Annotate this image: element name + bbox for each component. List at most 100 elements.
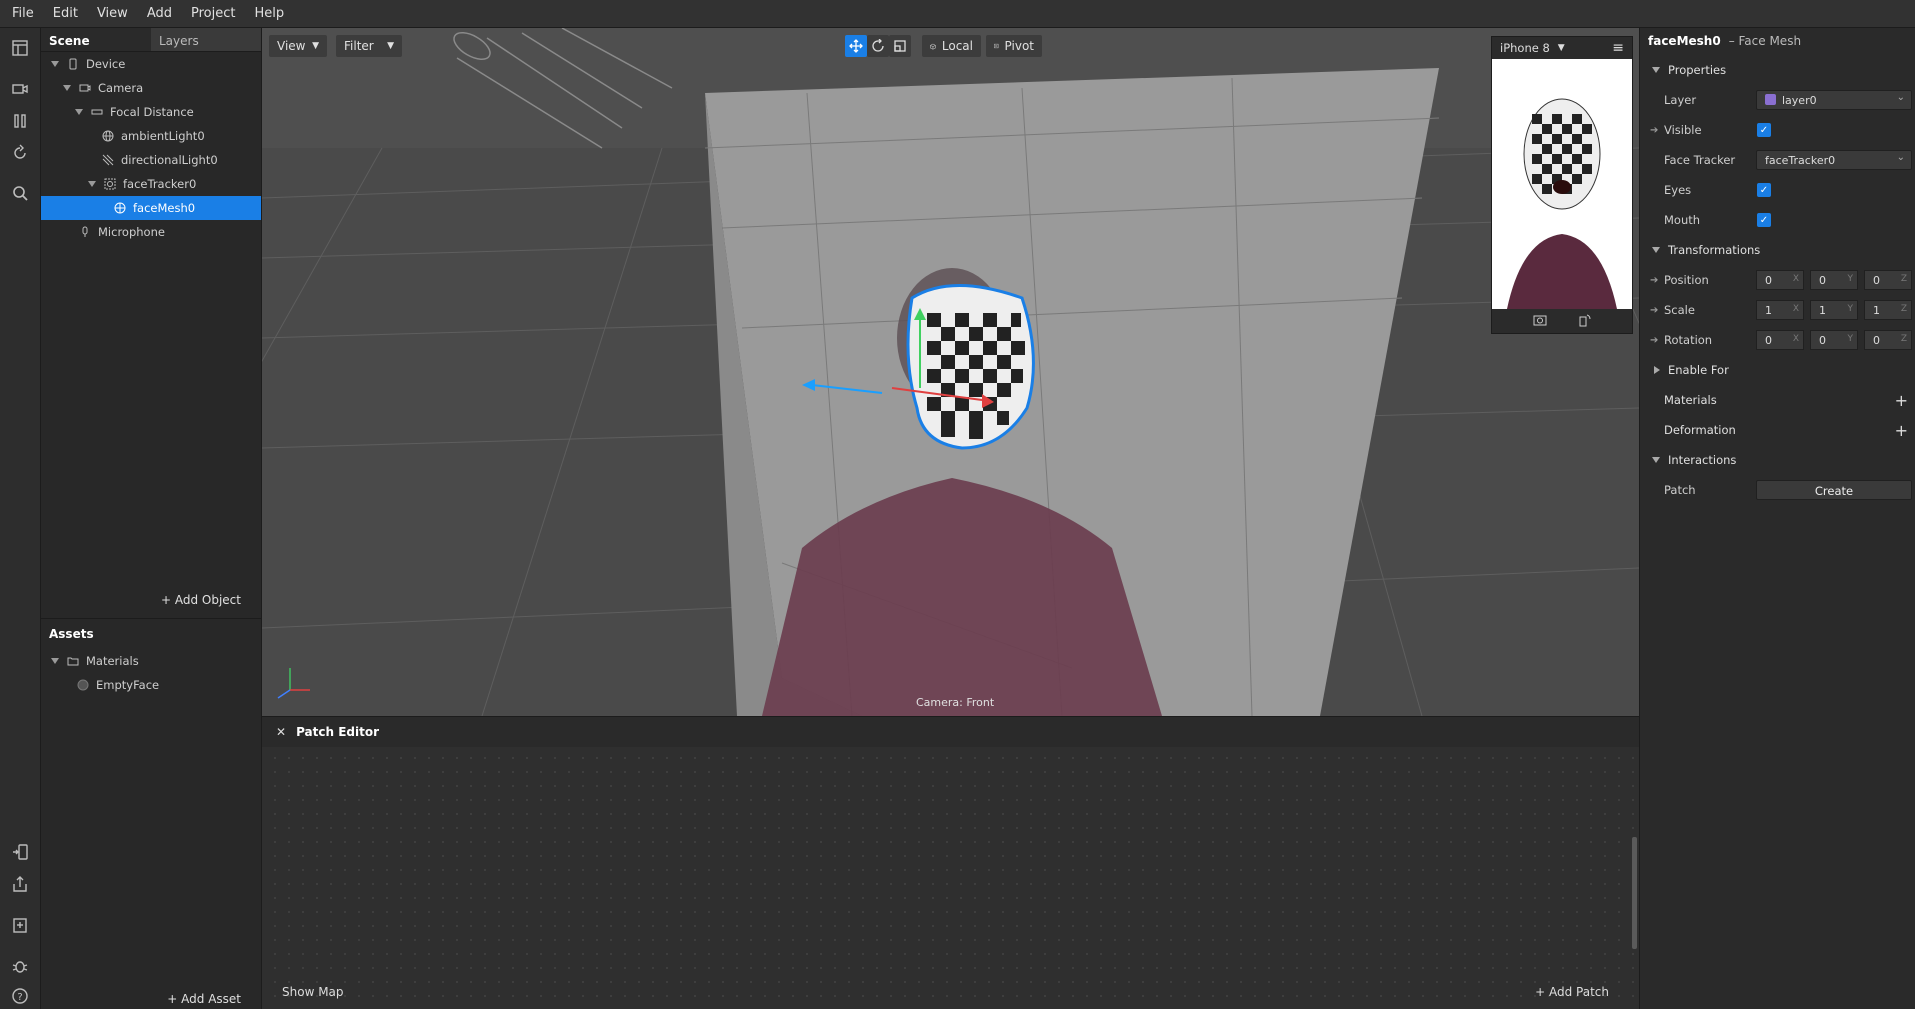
expand-arrow-icon[interactable]: [88, 181, 96, 187]
tree-item-ambientlight[interactable]: ambientLight0: [41, 124, 261, 148]
rotate-device-icon[interactable]: [1577, 313, 1591, 330]
plus-icon: +: [160, 593, 175, 607]
add-patch-button[interactable]: + Add Patch: [1535, 985, 1609, 999]
menu-file[interactable]: File: [12, 6, 34, 21]
expand-arrow-icon[interactable]: [63, 85, 71, 91]
keyframe-icon[interactable]: ➔: [1650, 335, 1658, 346]
vertical-scrollbar[interactable]: [1632, 837, 1637, 949]
device-preview-icon[interactable]: [10, 842, 30, 862]
rotation-z-value: 0: [1873, 334, 1880, 347]
visible-checkbox[interactable]: ✓: [1757, 123, 1771, 137]
screenshot-icon[interactable]: [1533, 314, 1547, 329]
rotation-x-input[interactable]: 0X: [1756, 330, 1804, 350]
eyes-checkbox[interactable]: ✓: [1757, 183, 1771, 197]
keyframe-icon[interactable]: ➔: [1650, 125, 1658, 136]
add-asset-button[interactable]: + Add Asset: [167, 992, 241, 1006]
transformations-section[interactable]: Transformations: [1640, 235, 1915, 265]
tree-item-label: ambientLight0: [121, 129, 205, 143]
viewport[interactable]: View ▼ Filter ▼ Local Pivot iPhone 8 ▼ ≡: [262, 28, 1639, 716]
object-type: – Face Mesh: [1728, 34, 1802, 48]
device-selector[interactable]: iPhone 8 ▼ ≡: [1492, 37, 1632, 59]
tab-scene[interactable]: Scene: [41, 28, 151, 51]
video-icon[interactable]: [10, 79, 30, 99]
interactions-section[interactable]: Interactions: [1640, 445, 1915, 475]
layer-dropdown[interactable]: layer0 ⌄: [1756, 90, 1912, 110]
filter-dropdown[interactable]: Filter ▼: [336, 35, 402, 57]
properties-section[interactable]: Properties: [1640, 55, 1915, 85]
asset-item-emptyface[interactable]: EmptyFace: [41, 673, 261, 697]
directional-light-icon: [102, 154, 114, 166]
rotation-z-input[interactable]: 0Z: [1864, 330, 1912, 350]
pause-icon[interactable]: [10, 111, 30, 131]
layout-icon[interactable]: [10, 38, 30, 58]
layer-value: layer0: [1782, 94, 1817, 107]
scale-tool-button[interactable]: [889, 35, 911, 57]
axis-label: X: [1792, 304, 1799, 314]
view-dropdown[interactable]: View ▼: [269, 35, 327, 57]
help-icon[interactable]: ?: [10, 986, 30, 1006]
asset-folder-label: Materials: [86, 654, 139, 668]
hamburger-menu-icon[interactable]: ≡: [1612, 40, 1624, 56]
tree-item-label: faceTracker0: [123, 177, 197, 191]
show-map-button[interactable]: Show Map: [282, 985, 344, 999]
add-deformation-icon[interactable]: +: [1895, 421, 1908, 440]
tree-item-focal-distance[interactable]: Focal Distance: [41, 100, 261, 124]
move-tool-button[interactable]: [845, 35, 867, 57]
rotate-tool-button[interactable]: [867, 35, 889, 57]
add-asset-label: Add Asset: [181, 992, 241, 1006]
import-icon[interactable]: [10, 915, 30, 935]
enable-for-section[interactable]: Enable For: [1640, 355, 1915, 385]
scale-x-value: 1: [1765, 304, 1772, 317]
menu-help[interactable]: Help: [254, 6, 284, 21]
keyframe-icon[interactable]: ➔: [1650, 275, 1658, 286]
menu-project[interactable]: Project: [191, 6, 235, 21]
materials-row: Materials +: [1640, 385, 1915, 415]
axis-label: Y: [1847, 274, 1854, 284]
bug-icon[interactable]: [10, 956, 30, 976]
local-toggle-button[interactable]: Local: [922, 35, 981, 57]
chevron-down-icon: ⌄: [1896, 152, 1905, 163]
add-patch-label: Add Patch: [1548, 985, 1609, 999]
create-patch-button[interactable]: Create: [1756, 480, 1912, 500]
axis-label: Z: [1900, 334, 1907, 344]
add-object-label: Add Object: [174, 593, 241, 607]
menu-add[interactable]: Add: [147, 6, 172, 21]
scale-y-input[interactable]: 1Y: [1810, 300, 1858, 320]
tree-item-microphone[interactable]: Microphone: [41, 220, 261, 244]
scale-z-input[interactable]: 1Z: [1864, 300, 1912, 320]
mouth-checkbox[interactable]: ✓: [1757, 213, 1771, 227]
tab-layers[interactable]: Layers: [151, 28, 261, 51]
expand-arrow-icon[interactable]: [51, 61, 59, 67]
tree-item-directionallight[interactable]: directionalLight0: [41, 148, 261, 172]
tree-item-facemesh[interactable]: faceMesh0: [41, 196, 261, 220]
menu-edit[interactable]: Edit: [53, 6, 78, 21]
position-y-input[interactable]: 0Y: [1810, 270, 1858, 290]
close-icon[interactable]: ✕: [276, 725, 286, 739]
face-tracker-dropdown[interactable]: faceTracker0 ⌄: [1756, 150, 1912, 170]
folder-icon: [67, 655, 79, 667]
rotation-y-value: 0: [1819, 334, 1826, 347]
asset-folder-materials[interactable]: Materials: [41, 649, 261, 673]
tree-item-facetracker[interactable]: faceTracker0: [41, 172, 261, 196]
add-material-icon[interactable]: +: [1895, 391, 1908, 410]
device-preview: iPhone 8 ▼ ≡: [1491, 36, 1633, 334]
add-object-button[interactable]: + Add Object: [161, 593, 241, 607]
pivot-toggle-button[interactable]: Pivot: [986, 35, 1042, 57]
tree-item-camera[interactable]: Camera: [41, 76, 261, 100]
local-label: Local: [941, 39, 973, 53]
refresh-icon[interactable]: [10, 143, 30, 163]
menu-view[interactable]: View: [97, 6, 128, 21]
patch-editor-title: Patch Editor: [296, 725, 380, 739]
patch-editor[interactable]: ✕ Patch Editor Show Map + Add Patch: [262, 716, 1639, 1009]
keyframe-icon[interactable]: ➔: [1650, 305, 1658, 316]
mouth-label: Mouth: [1664, 213, 1701, 227]
position-z-input[interactable]: 0Z: [1864, 270, 1912, 290]
upload-icon[interactable]: [10, 874, 30, 894]
expand-arrow-icon[interactable]: [75, 109, 83, 115]
position-x-input[interactable]: 0X: [1756, 270, 1804, 290]
scale-x-input[interactable]: 1X: [1756, 300, 1804, 320]
expand-arrow-icon[interactable]: [51, 658, 59, 664]
zoom-icon[interactable]: [10, 183, 30, 203]
rotation-y-input[interactable]: 0Y: [1810, 330, 1858, 350]
tree-item-device[interactable]: Device: [41, 52, 261, 76]
